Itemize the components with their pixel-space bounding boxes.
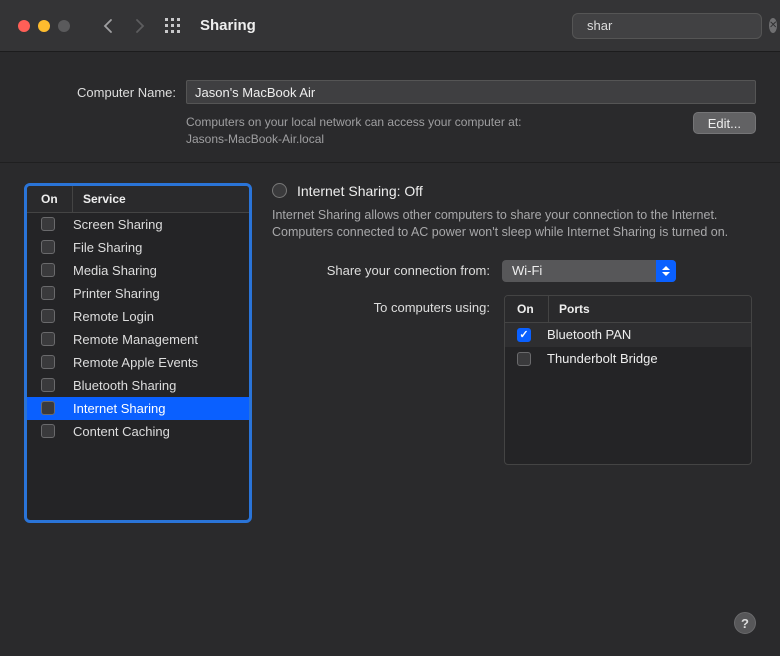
service-row[interactable]: Media Sharing (27, 259, 249, 282)
back-button[interactable] (96, 14, 120, 38)
services-list[interactable]: On Service Screen Sharing File Sharing Med… (24, 183, 252, 523)
ports-header: On Ports (505, 296, 751, 323)
port-row[interactable]: Bluetooth PAN (505, 323, 751, 347)
services-header: On Service (27, 186, 249, 213)
port-label: Bluetooth PAN (547, 327, 631, 342)
service-checkbox[interactable] (41, 217, 55, 231)
share-from-label: Share your connection from: (272, 263, 490, 278)
service-label: File Sharing (73, 240, 142, 255)
service-label: Printer Sharing (73, 286, 160, 301)
select-arrows-icon (656, 260, 676, 282)
show-all-icon[interactable] (164, 17, 182, 35)
service-checkbox[interactable] (41, 240, 55, 254)
service-row[interactable]: Remote Login (27, 305, 249, 328)
window-controls (18, 20, 70, 32)
service-row[interactable]: Content Caching (27, 420, 249, 443)
detail-title: Internet Sharing: Off (297, 183, 423, 199)
service-label: Internet Sharing (73, 401, 166, 416)
service-label: Content Caching (73, 424, 170, 439)
detail-description: Internet Sharing allows other computers … (272, 207, 756, 242)
computer-name-label: Computer Name: (24, 85, 176, 100)
window-title: Sharing (200, 17, 256, 34)
service-checkbox[interactable] (41, 355, 55, 369)
service-label: Media Sharing (73, 263, 157, 278)
services-header-service: Service (73, 186, 136, 212)
service-checkbox[interactable] (41, 309, 55, 323)
main-area: On Service Screen Sharing File Sharing Med… (0, 163, 780, 543)
service-checkbox[interactable] (41, 263, 55, 277)
edit-hostname-button[interactable]: Edit... (693, 112, 756, 134)
service-row[interactable]: Screen Sharing (27, 213, 249, 236)
port-label: Thunderbolt Bridge (547, 351, 658, 366)
titlebar: Sharing ✕ (0, 0, 780, 52)
zoom-window-button[interactable] (58, 20, 70, 32)
search-input[interactable] (587, 18, 763, 33)
forward-button[interactable] (128, 14, 152, 38)
service-detail-pane: Internet Sharing: Off Internet Sharing a… (272, 183, 756, 523)
to-computers-label: To computers using: (272, 296, 490, 315)
close-window-button[interactable] (18, 20, 30, 32)
service-checkbox[interactable] (41, 332, 55, 346)
service-row[interactable]: Printer Sharing (27, 282, 249, 305)
ports-header-ports: Ports (549, 296, 600, 322)
minimize-window-button[interactable] (38, 20, 50, 32)
service-label: Remote Login (73, 309, 154, 324)
port-row[interactable]: Thunderbolt Bridge (505, 347, 751, 371)
search-field-wrap[interactable]: ✕ (572, 13, 762, 39)
service-label: Bluetooth Sharing (73, 378, 176, 393)
service-row[interactable]: Remote Management (27, 328, 249, 351)
ports-list[interactable]: On Ports Bluetooth PAN Thunderbolt Bridge (504, 295, 752, 465)
service-label: Remote Management (73, 332, 198, 347)
computer-name-input[interactable] (186, 80, 756, 104)
service-row[interactable]: Internet Sharing (27, 397, 249, 420)
service-checkbox[interactable] (41, 378, 55, 392)
service-checkbox[interactable] (41, 401, 55, 415)
service-label: Screen Sharing (73, 217, 163, 232)
port-checkbox[interactable] (517, 328, 531, 342)
share-from-value: Wi-Fi (512, 263, 542, 278)
clear-search-button[interactable]: ✕ (769, 18, 777, 33)
service-row[interactable]: Remote Apple Events (27, 351, 249, 374)
ports-header-on: On (505, 296, 549, 322)
help-button[interactable]: ? (734, 612, 756, 634)
service-row[interactable]: File Sharing (27, 236, 249, 259)
service-label: Remote Apple Events (73, 355, 198, 370)
service-checkbox[interactable] (41, 286, 55, 300)
computer-name-description: Computers on your local network can acce… (186, 114, 677, 148)
share-from-select[interactable]: Wi-Fi (502, 260, 676, 282)
computer-name-section: Computer Name: Computers on your local n… (0, 52, 780, 163)
services-header-on: On (27, 186, 73, 212)
port-checkbox[interactable] (517, 352, 531, 366)
service-checkbox[interactable] (41, 424, 55, 438)
status-indicator-icon (272, 183, 287, 198)
service-row[interactable]: Bluetooth Sharing (27, 374, 249, 397)
